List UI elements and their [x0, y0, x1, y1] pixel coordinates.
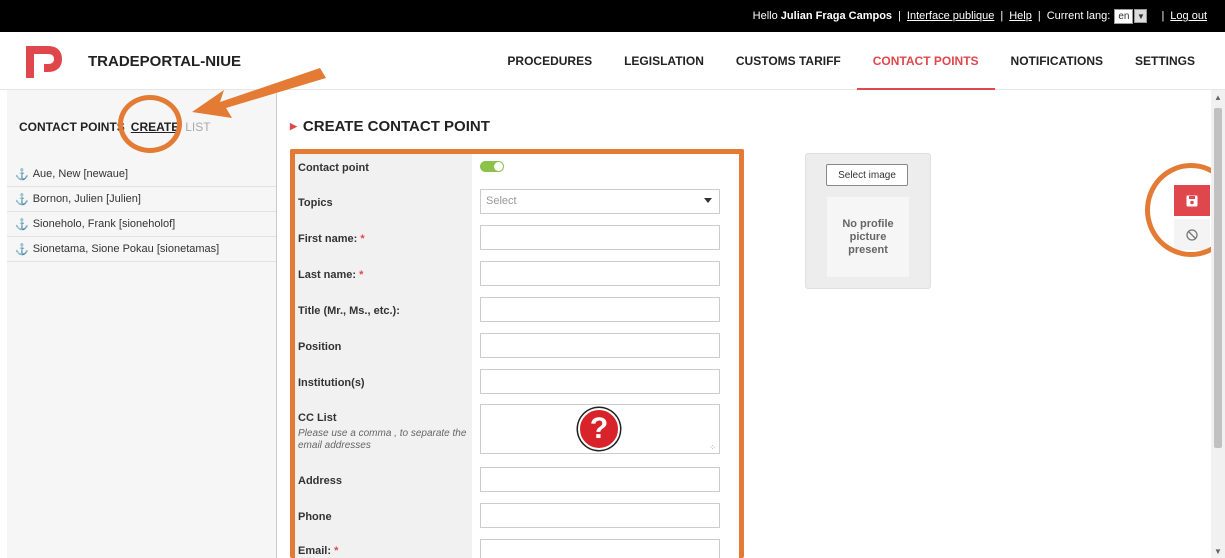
user-name: Julian Fraga Campos	[780, 10, 893, 22]
cancel-button[interactable]	[1174, 219, 1210, 250]
address-label: Address	[298, 475, 343, 487]
toggle-knob	[494, 162, 503, 171]
contact-point-label: Contact point	[298, 162, 369, 174]
floppy-disk-icon	[1186, 195, 1198, 206]
list-item[interactable]: ⚓ Bornon, Julien [Julien]	[7, 187, 276, 212]
separator: |	[1037, 10, 1041, 22]
main-nav: PROCEDURES LEGISLATION CUSTOMS TARIFF CO…	[491, 32, 1211, 90]
list-item[interactable]: ⚓ Aue, New [newaue]	[7, 162, 276, 187]
email-input[interactable]	[480, 539, 720, 558]
position-input[interactable]	[480, 333, 720, 358]
chevron-down-icon: ▼	[1134, 9, 1148, 23]
nav-settings[interactable]: SETTINGS	[1119, 32, 1211, 90]
profile-image-panel: Select image No profile picture present	[805, 153, 931, 289]
logout-link[interactable]: Log out	[1170, 10, 1207, 22]
top-bar: Hello Julian Fraga Campos | Interface pu…	[0, 0, 1225, 32]
cc-list-hint: Please use a comma , to separate the ema…	[298, 428, 467, 451]
phone-input[interactable]	[480, 503, 720, 528]
list-item-label: Sioneholo, Frank [sioneholof]	[32, 218, 176, 230]
resize-grip-icon[interactable]: ⁘	[709, 443, 716, 452]
nav-legislation[interactable]: LEGISLATION	[608, 32, 720, 90]
last-name-input[interactable]	[480, 261, 720, 286]
form-label-column	[292, 150, 472, 558]
tradeportal-logo-icon[interactable]	[24, 42, 64, 82]
cancel-circle-icon	[1186, 228, 1198, 241]
page-title-text: CREATE CONTACT POINT	[302, 118, 490, 135]
position-label: Position	[298, 341, 342, 353]
topics-placeholder: Select	[486, 195, 517, 207]
greeting: Hello	[752, 10, 778, 22]
institutions-input[interactable]	[480, 369, 720, 394]
separator: |	[1161, 10, 1165, 22]
title-input[interactable]	[480, 297, 720, 322]
anchor-icon: ⚓	[15, 218, 29, 231]
list-item[interactable]: ⚓ Sioneholo, Frank [sioneholof]	[7, 212, 276, 237]
address-input[interactable]	[480, 467, 720, 492]
create-tab[interactable]: CREATE	[131, 120, 179, 134]
help-link[interactable]: Help	[1009, 10, 1032, 22]
scroll-down-icon[interactable]: ▼	[1211, 544, 1225, 558]
anchor-icon: ⚓	[15, 243, 29, 256]
anchor-icon: ⚓	[15, 168, 29, 181]
language-select[interactable]: en ▼	[1114, 8, 1148, 24]
anchor-icon: ⚓	[15, 193, 29, 206]
separator: |	[1000, 10, 1004, 22]
nav-contact-points[interactable]: CONTACT POINTS	[856, 32, 995, 90]
title-label: Title (Mr., Ms., etc.):	[298, 305, 400, 317]
nav-notifications[interactable]: NOTIFICATIONS	[995, 32, 1119, 90]
nav-customs-tariff[interactable]: CUSTOMS TARIFF	[720, 32, 857, 90]
language-value: en	[1114, 8, 1134, 24]
current-lang-label: Current lang:	[1046, 10, 1111, 22]
contact-point-toggle[interactable]	[480, 161, 504, 172]
list-item-label: Bornon, Julien [Julien]	[32, 193, 141, 205]
sidebar-title: CONTACT POINTS	[19, 120, 125, 134]
list-item[interactable]: ⚓ Sionetama, Sione Pokau [sionetamas]	[7, 237, 276, 262]
email-text: Email:	[298, 545, 332, 557]
question-mark-icon: ?	[578, 408, 620, 450]
last-name-text: Last name:	[298, 269, 357, 281]
list-item-label: Sionetama, Sione Pokau [sionetamas]	[32, 243, 220, 255]
first-name-text: First name:	[298, 233, 358, 245]
list-item-label: Aue, New [newaue]	[32, 168, 129, 180]
profile-picture-placeholder: No profile picture present	[827, 197, 909, 277]
required-mark: *	[334, 545, 339, 557]
public-interface-link[interactable]: Interface publique	[907, 10, 994, 22]
required-mark: *	[359, 269, 364, 281]
caret-down-icon	[704, 198, 712, 203]
nav-procedures[interactable]: PROCEDURES	[491, 32, 608, 90]
scroll-thumb[interactable]	[1214, 108, 1222, 448]
select-image-button[interactable]: Select image	[826, 164, 908, 186]
page-title: ▶ CREATE CONTACT POINT	[290, 118, 490, 135]
page-scrollbar[interactable]: ▲ ▼	[1211, 90, 1225, 558]
contact-point-form: Contact point Topics Select First name: …	[292, 150, 742, 558]
topics-label: Topics	[298, 197, 333, 209]
scroll-up-icon[interactable]: ▲	[1211, 90, 1225, 104]
topics-select[interactable]: Select	[480, 189, 720, 214]
phone-label: Phone	[298, 511, 332, 523]
last-name-label: Last name: *	[298, 269, 363, 281]
separator: |	[898, 10, 901, 22]
email-label: Email: *	[298, 545, 338, 557]
contact-point-list: ⚓ Aue, New [newaue] ⚓ Bornon, Julien [Ju…	[7, 162, 276, 262]
cc-list-label: CC List	[298, 412, 337, 424]
caret-right-icon: ▶	[290, 121, 297, 131]
save-button[interactable]	[1174, 185, 1210, 216]
required-mark: *	[360, 233, 365, 245]
first-name-label: First name: *	[298, 233, 365, 245]
institutions-label: Institution(s)	[298, 377, 365, 389]
first-name-input[interactable]	[480, 225, 720, 250]
sidebar: CONTACT POINTS CREATE LIST ⚓ Aue, New [n…	[7, 90, 277, 558]
